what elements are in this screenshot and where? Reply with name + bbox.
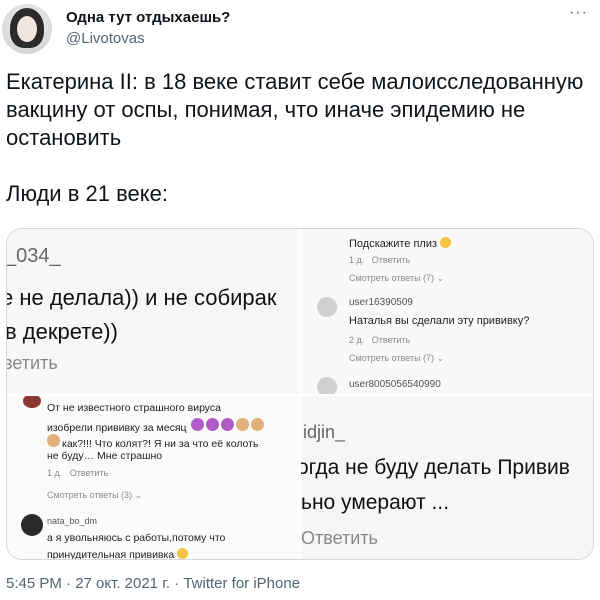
emoji-icon — [250, 418, 264, 431]
screenshot-meta: 1 д. Ответить — [349, 255, 411, 265]
screenshot-text: Ответить — [301, 528, 378, 548]
screenshot-text: ьно умерают ... — [301, 491, 450, 514]
media-grid[interactable]: _034_ е не делала)) и не собирак в декре… — [6, 228, 594, 560]
screenshot-comment: как?!!! Что колят?! Я ни за что её колот… — [47, 434, 260, 450]
screenshot-username: nata_bo_dm — [47, 516, 98, 526]
screenshot-text: ветить — [7, 353, 58, 373]
screenshot-comment: а я увольняюсь с работы,потому что — [47, 532, 226, 544]
tweet-timestamp[interactable]: 5:45 PM · 27 окт. 2021 г. · Twitter for … — [6, 575, 300, 592]
screenshot-text: _034_ — [7, 245, 61, 267]
pleading-emoji-icon — [440, 237, 452, 248]
screenshot-comment: не буду… Мне страшно — [47, 450, 163, 462]
more-options-icon[interactable]: ··· — [569, 4, 588, 22]
emoji-icon — [220, 418, 234, 431]
screenshot-meta: 1 д. Ответить — [47, 468, 109, 478]
author-handle[interactable]: @Livotovas — [66, 30, 145, 47]
tweet-header: Одна тут отдыхаешь? @Livotovas ··· — [0, 0, 600, 60]
screenshot-view-replies: Смотреть ответы (7) ⌄ — [349, 273, 445, 283]
emoji-icon — [235, 418, 249, 431]
emoji-icon — [205, 418, 219, 431]
screenshot-comment: принудительная прививка — [47, 548, 189, 559]
screenshot-comment: Наталья вы сделали эту прививку? — [349, 315, 530, 327]
screenshot-username: user8005056540990 — [349, 379, 441, 390]
commenter-avatar — [23, 396, 41, 408]
emoji-icon — [47, 434, 60, 447]
screenshot-text: в декрете)) — [7, 319, 118, 344]
commenter-avatar — [317, 297, 337, 317]
emoji-icon — [190, 418, 204, 431]
screenshot-comment: От не известного страшного вируса — [47, 402, 222, 414]
media-image-1[interactable]: _034_ е не делала)) и не собирак в декре… — [7, 229, 299, 394]
author-display-name[interactable]: Одна тут отдыхаешь? — [66, 9, 230, 26]
tweet-paragraph-1: Екатерина II: в 18 веке ставит себе мало… — [6, 69, 590, 150]
screenshot-text: е не делала)) и не собирак — [7, 285, 277, 310]
screenshot-view-replies: Смотреть ответы (7) ⌄ — [349, 353, 445, 363]
screenshot-comment: изобрели прививку за месяц — [47, 418, 266, 434]
screenshot-text: idjin_ — [303, 422, 346, 442]
tweet-paragraph-2: Люди в 21 веке: — [6, 181, 168, 206]
screenshot-view-replies: Смотреть ответы (3) ⌄ — [47, 490, 143, 500]
smile-emoji-icon — [177, 548, 189, 559]
media-image-2[interactable]: Подскажите плиз 1 д. Ответить Смотреть о… — [301, 229, 593, 394]
screenshot-meta: 2 д. Ответить — [349, 335, 411, 345]
commenter-avatar — [317, 377, 337, 394]
screenshot-username: user16390509 — [349, 297, 413, 308]
avatar-face — [17, 16, 37, 42]
media-image-3[interactable]: От не известного страшного вируса изобре… — [7, 396, 299, 559]
tweet-text: Екатерина II: в 18 веке ставит себе мало… — [6, 68, 596, 236]
media-image-4[interactable]: idjin_ огда не буду делать Привив ьно ум… — [301, 396, 593, 559]
screenshot-comment: Подскажите плиз — [349, 237, 452, 250]
screenshot-text: огда не буду делать Привив — [301, 456, 570, 479]
commenter-avatar — [21, 514, 43, 536]
author-avatar[interactable] — [2, 4, 52, 54]
